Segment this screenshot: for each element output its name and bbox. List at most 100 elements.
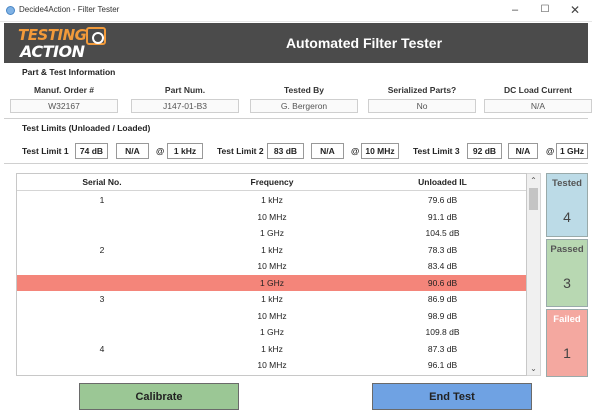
part-num-label: Part Num. — [164, 85, 206, 95]
app-title: Automated Filter Tester — [285, 35, 443, 51]
frequency-cell: 1 kHz — [261, 195, 283, 205]
test-limit-3-freq[interactable]: 1 GHz — [556, 143, 588, 159]
frequency-cell: 10 MHz — [257, 310, 287, 321]
part-info-section-label: Part & Test Information — [22, 67, 116, 77]
test-limit-1-unloaded[interactable]: 74 dB — [75, 143, 108, 159]
results-table[interactable]: Serial No. Frequency Unloaded IL 1 1 kHz 7… — [16, 173, 527, 376]
test-limit-1-label: Test Limit 1 — [22, 146, 69, 156]
frequency-cell: 10 MHz — [257, 261, 287, 271]
test-limit-3-label: Test Limit 3 — [413, 146, 460, 156]
unloaded-il-cell: 98.9 dB — [427, 310, 458, 321]
serialized-parts-value[interactable]: No — [368, 99, 476, 113]
frequency-cell: 1 kHz — [261, 343, 283, 354]
test-limit-1-at: @ — [156, 146, 165, 156]
scroll-up-icon[interactable]: ⌃ — [527, 174, 540, 187]
tested-by-field: Tested By G. Bergeron — [250, 85, 358, 113]
unloaded-il-cell: 91.1 dB — [427, 211, 458, 222]
manuf-order-field: Manuf. Order # W32167 — [10, 85, 118, 113]
test-limit-2-unloaded[interactable]: 83 dB — [267, 143, 304, 159]
unloaded-il-cell: 109.8 dB — [425, 327, 460, 337]
table-row[interactable]: 1 GHz 90.6 dB — [17, 274, 526, 291]
column-serial-no[interactable]: Serial No. — [17, 177, 187, 187]
test-limits-section-label: Test Limits (Unloaded / Loaded) — [22, 123, 151, 133]
serial-cell: 4 — [99, 343, 105, 354]
testing-action-logo: TESTING ACTION — [18, 26, 128, 61]
window-titlebar: Decide4Action - Filter Tester – ☐ ✕ — [0, 0, 592, 22]
manuf-order-value[interactable]: W32167 — [10, 99, 118, 113]
table-row[interactable]: 4 1 kHz 87.3 dB — [17, 341, 526, 358]
unloaded-il-cell: 96.1 dB — [427, 360, 458, 370]
column-frequency[interactable]: Frequency — [187, 177, 357, 187]
logo-mark-icon — [86, 27, 106, 45]
table-row[interactable]: 3 1 kHz 86.9 dB — [17, 291, 526, 308]
test-limit-3-at: @ — [546, 146, 555, 156]
unloaded-il-cell: 86.9 dB — [427, 294, 458, 304]
unloaded-il-cell: 90.6 dB — [427, 277, 458, 288]
unloaded-il-cell: 104.5 dB — [425, 228, 460, 238]
scroll-down-icon[interactable]: ⌄ — [527, 362, 540, 375]
passed-counter: Passed 3 — [546, 239, 588, 307]
window-title: Decide4Action - Filter Tester — [19, 5, 120, 14]
frequency-cell: 1 kHz — [261, 294, 283, 304]
frequency-cell: 1 GHz — [259, 327, 285, 337]
failed-counter: Failed 1 — [546, 309, 588, 377]
minimize-icon[interactable]: – — [504, 2, 526, 18]
frequency-cell: 10 MHz — [257, 211, 287, 222]
part-num-field: Part Num. J147-01-B3 — [131, 85, 239, 113]
passed-label: Passed — [550, 244, 584, 255]
test-limit-2-at: @ — [351, 146, 360, 156]
dc-load-current-value[interactable]: N/A — [484, 99, 592, 113]
tested-value: 4 — [563, 209, 571, 225]
tested-label: Tested — [552, 178, 582, 189]
unloaded-il-cell: 83.4 dB — [427, 261, 458, 271]
dc-load-current-field: DC Load Current N/A — [484, 85, 592, 113]
test-limit-2-loaded[interactable]: N/A — [311, 143, 344, 159]
table-row[interactable]: 1 1 kHz 79.6 dB — [17, 192, 526, 209]
end-test-button[interactable]: End Test — [372, 383, 532, 410]
frequency-cell: 1 GHz — [259, 277, 285, 288]
unloaded-il-cell: 87.3 dB — [427, 343, 458, 354]
test-limit-1-loaded[interactable]: N/A — [116, 143, 149, 159]
test-limit-1-freq[interactable]: 1 kHz — [167, 143, 203, 159]
test-limit-3-unloaded[interactable]: 92 dB — [467, 143, 502, 159]
tested-counter: Tested 4 — [546, 173, 588, 237]
unloaded-il-cell: 78.3 dB — [427, 244, 458, 255]
serial-cell: 1 — [99, 195, 105, 205]
table-row[interactable]: 10 MHz 83.4 dB — [17, 258, 526, 275]
tested-by-label: Tested By — [284, 85, 324, 95]
calibrate-button[interactable]: Calibrate — [79, 383, 239, 410]
table-row[interactable]: 10 MHz 96.1 dB — [17, 357, 526, 374]
divider — [4, 118, 588, 119]
frequency-cell: 1 GHz — [259, 228, 285, 238]
table-row[interactable]: 10 MHz 98.9 dB — [17, 308, 526, 325]
test-limit-3-loaded[interactable]: N/A — [508, 143, 538, 159]
table-row[interactable]: 1 GHz 109.8 dB — [17, 324, 526, 341]
close-icon[interactable]: ✕ — [564, 2, 586, 18]
table-row[interactable]: 2 1 kHz 78.3 dB — [17, 242, 526, 259]
frequency-cell: 10 MHz — [257, 360, 287, 370]
test-limit-2-label: Test Limit 2 — [217, 146, 264, 156]
logo-text-action: ACTION — [20, 42, 85, 61]
serialized-parts-field: Serialized Parts? No — [368, 85, 476, 113]
table-row[interactable]: 10 MHz 91.1 dB — [17, 209, 526, 226]
tested-by-value[interactable]: G. Bergeron — [250, 99, 358, 113]
column-unloaded-il[interactable]: Unloaded IL — [357, 177, 526, 187]
table-header: Serial No. Frequency Unloaded IL — [17, 174, 526, 191]
serial-cell: 2 — [99, 244, 105, 255]
divider — [4, 163, 588, 164]
serial-cell: 3 — [99, 294, 105, 304]
test-limit-2-freq[interactable]: 10 MHz — [361, 143, 399, 159]
table-row[interactable]: 1 GHz 104.5 dB — [17, 225, 526, 242]
table-row[interactable]: 1 GHz101.0 dB — [17, 374, 526, 376]
dc-load-current-label: DC Load Current — [504, 85, 572, 95]
app-icon — [6, 6, 15, 15]
failed-value: 1 — [563, 345, 571, 361]
failed-label: Failed — [553, 314, 581, 325]
header-banner: TESTING ACTION Automated Filter Tester — [4, 23, 588, 63]
unloaded-il-cell: 79.6 dB — [427, 195, 458, 205]
maximize-icon[interactable]: ☐ — [534, 2, 556, 18]
part-num-value[interactable]: J147-01-B3 — [131, 99, 239, 113]
scroll-thumb[interactable] — [529, 188, 538, 210]
manuf-order-label: Manuf. Order # — [34, 85, 94, 95]
table-scrollbar[interactable]: ⌃ ⌄ — [527, 173, 541, 376]
